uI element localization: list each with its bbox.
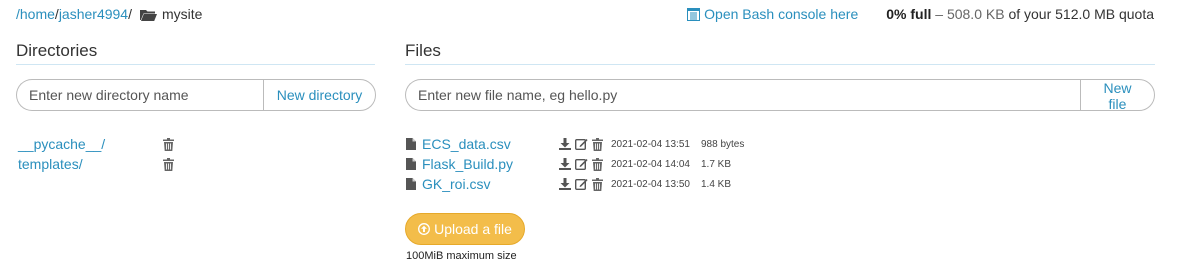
directory-list: __pycache__/ templates/ [18,134,174,174]
quota-text: 0% full – 508.0 KB of your 512.0 MB quot… [886,6,1154,22]
file-actions [559,137,611,151]
quota-dash: – [931,6,947,22]
file-link[interactable]: ECS_data.csv [422,136,559,152]
open-folder-icon [139,10,157,21]
directories-title: Directories [16,41,98,60]
open-bash-console-link[interactable]: Open Bash console here [687,6,858,22]
delete-icon[interactable] [592,137,603,151]
file-modified: 2021-02-04 14:04 [611,158,690,170]
file-icon [406,178,416,190]
upload-file-button[interactable]: Upload a file [405,213,525,245]
file-list: ECS_data.csv 2021-02-04 13:51 988 bytes … [406,134,744,194]
file-row: ECS_data.csv 2021-02-04 13:51 988 bytes [406,134,744,154]
edit-icon[interactable] [575,158,588,170]
upload-size-note: 100MiB maximum size [406,250,517,262]
directories-divider [16,64,375,65]
download-icon[interactable] [559,138,571,150]
download-icon[interactable] [559,158,571,170]
new-file-input[interactable] [405,79,1080,111]
file-row: GK_roi.csv 2021-02-04 13:50 1.4 KB [406,174,744,194]
file-actions [559,157,611,171]
edit-icon[interactable] [575,178,588,190]
file-size: 1.7 KB [701,158,732,170]
quota-rest: of your 512.0 MB quota [1004,6,1154,22]
file-row: Flask_Build.py 2021-02-04 14:04 1.7 KB [406,154,744,174]
file-size: 1.4 KB [701,178,732,190]
directory-link[interactable]: __pycache__/ [18,136,163,152]
breadcrumb-current: mysite [161,6,203,22]
delete-icon[interactable] [592,157,603,171]
header-right: Open Bash console here 0% full – 508.0 K… [687,6,1154,22]
file-icon [406,138,416,150]
delete-icon[interactable] [163,157,174,171]
breadcrumb: /home / jasher4994 / mysite [16,6,202,22]
new-directory-button[interactable]: New directory [263,79,376,111]
delete-icon[interactable] [592,177,603,191]
directory-row: templates/ [18,154,174,174]
breadcrumb-separator: / [128,6,132,22]
file-icon [406,158,416,170]
quota-used: 508.0 KB [946,6,1005,22]
directory-link[interactable]: templates/ [18,156,163,172]
breadcrumb-home[interactable]: /home [16,6,55,22]
file-link[interactable]: GK_roi.csv [422,176,559,192]
upload-button-label: Upload a file [434,221,512,237]
file-modified: 2021-02-04 13:50 [611,178,690,190]
download-icon[interactable] [559,178,571,190]
directory-row: __pycache__/ [18,134,174,154]
console-icon [687,7,701,21]
upload-arrow-icon [418,223,431,235]
new-directory-form: New directory [16,79,376,111]
file-actions [559,177,611,191]
file-link[interactable]: Flask_Build.py [422,156,559,172]
quota-percent: 0% full [886,6,932,22]
breadcrumb-user[interactable]: jasher4994 [59,6,128,22]
new-file-form: New file [405,79,1155,112]
edit-icon[interactable] [575,138,588,150]
new-file-button[interactable]: New file [1080,79,1155,112]
file-size: 988 bytes [701,138,745,150]
console-link-label: Open Bash console here [704,6,859,22]
files-title: Files [405,41,441,60]
new-directory-input[interactable] [16,79,263,111]
file-modified: 2021-02-04 13:51 [611,138,690,150]
files-divider [405,64,1155,65]
delete-icon[interactable] [163,137,174,151]
